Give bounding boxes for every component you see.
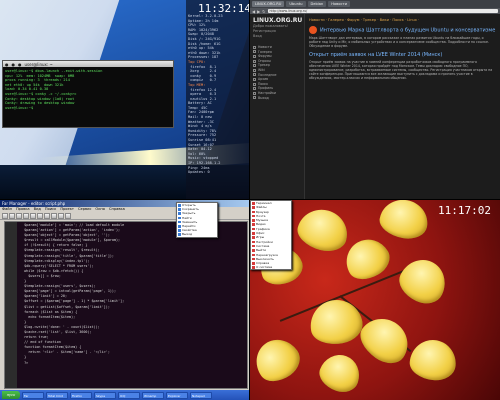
checkbox[interactable] [253,50,256,54]
site-main: Новости · Галерея · Форум · Трекер · Вик… [305,14,500,200]
code-text[interactable]: $param['module'] = 'main'; // load defau… [18,223,245,366]
browser-tab-bar: LINUX.ORG.RU Ubuntu Debian Новости [250,0,500,8]
sidebar-menu: Добро пожаловать! Регистрация Вход [253,24,301,39]
cut-icon[interactable] [23,213,29,219]
code-editor[interactable]: $param['module'] = 'main'; // load defau… [4,221,248,389]
quadrant-divider [0,199,500,200]
clock: 11:32:14 [198,2,250,15]
find-icon[interactable] [58,213,64,219]
desktop-top-left: ● ● ● user@linux: ~ user@linux:~$ dbus-l… [0,0,250,200]
close-icon[interactable]: ● [5,62,9,67]
site-logo[interactable]: LINUX.ORG.RU [253,17,302,24]
redo-icon[interactable] [51,213,57,219]
clock: 11:17:02 [438,204,491,217]
taskbar-item[interactable]: Winamp [142,391,164,399]
desktop-bottom-right: Терминал Файлы Браузер Почта Музыка Видео Граф… [250,200,500,400]
browser-tab[interactable]: Новости [328,1,350,7]
terminal-title: user@linux: ~ [24,61,53,67]
browser-window: LINUX.ORG.RU Ubuntu Debian Новости ◀ ▶ ↻ ht… [250,0,500,200]
taskbar-item[interactable]: Far [22,391,44,399]
browser-tab[interactable]: Ubuntu [286,1,306,7]
paste-icon[interactable] [37,213,43,219]
run-icon[interactable] [65,213,71,219]
checkbox[interactable] [253,77,256,81]
article-title-text[interactable]: Интервью Марка Шаттлворта о будущем Ubun… [320,28,495,34]
taskbar: пуск Far Total Cmd Firefox Skype ICQ Winamp Ex… [0,390,250,400]
site-sidebar: LINUX.ORG.RU Добро пожаловать! Регистраци… [250,14,305,200]
new-file-icon[interactable] [2,213,8,219]
site-topnav[interactable]: Новости · Галерея · Форум · Трекер · Вик… [309,18,496,22]
taskbar-item[interactable]: Skype [94,391,116,399]
open-icon[interactable] [9,213,15,219]
save-icon[interactable] [16,213,22,219]
checkbox[interactable] [253,73,256,77]
checkbox[interactable] [253,87,256,91]
sidebar-menu-item[interactable]: Вход [253,34,301,39]
checkbox[interactable] [253,68,256,72]
article: Открыт приём заявок на LVEE Winter 2014 … [309,52,496,81]
checkbox[interactable] [253,45,256,49]
editor-menu-item[interactable]: Правка [16,207,30,212]
editor-menu-item[interactable]: Сервис [78,207,91,212]
article: Интервью Марка Шаттлворта о будущем Ubun… [309,26,496,49]
terminal-window[interactable]: ● ● ● user@linux: ~ user@linux:~$ dbus-l… [2,60,174,128]
checkbox[interactable] [253,96,256,100]
article-text: Открыт приём заявок на участие в зимней … [309,59,493,81]
context-menu: Открыть Сохранить Закрыть Найти Заменить Пере… [176,202,218,238]
checkbox[interactable] [253,59,256,63]
browser-tab[interactable]: LINUX.ORG.RU [252,1,285,7]
editor-menu-item[interactable]: Окно [95,207,105,212]
quadrant-divider [249,0,250,400]
browser-tab[interactable]: Debian [307,1,327,7]
context-menu-item[interactable]: Выход [177,232,217,236]
ubuntu-icon [309,26,317,34]
stat-line: Updates: 0 [188,170,210,175]
application-menu-item[interactable]: О системе [251,265,291,269]
copy-icon[interactable] [30,213,36,219]
reload-icon[interactable]: ↻ [262,9,265,14]
maximize-icon[interactable]: ● [18,62,22,67]
editor-menu-item[interactable]: Справка [109,207,125,212]
code-line[interactable]: ?> [18,361,245,366]
back-icon[interactable]: ◀ [252,9,255,14]
sidebar-filters: Новости Галерея Форумы Опросы Трекер Wiki Посл… [253,45,301,100]
forward-icon[interactable]: ▶ [257,9,260,14]
taskbar-item[interactable]: Total Cmd [46,391,68,399]
sidebar-filter-item[interactable]: Выход [253,96,301,101]
line-gutter [5,222,17,388]
taskbar-item[interactable]: Explorer [166,391,188,399]
checkbox[interactable] [253,54,256,58]
filter-label: Выход [258,95,269,100]
article-title[interactable]: Открыт приём заявок на LVEE Winter 2014 … [309,52,496,58]
checkbox[interactable] [253,82,256,86]
article-title-text[interactable]: Открыт приём заявок на LVEE Winter 2014 … [309,52,442,58]
conky-panel-left: Kernel: 3.2.0-23 Uptime: 2h 14m CPU: 12% RA… [186,0,250,200]
terminal-line: user@linux:~$ [5,105,34,110]
checkbox[interactable] [253,91,256,95]
article-list: Интервью Марка Шаттлворта о будущем Ubun… [309,26,496,81]
start-button[interactable]: пуск [2,391,20,399]
site-content: LINUX.ORG.RU Добро пожаловать! Регистраци… [250,14,500,200]
undo-icon[interactable] [44,213,50,219]
article-title[interactable]: Интервью Марка Шаттлворта о будущем Ubun… [309,26,496,34]
editor-window: Far Manager - editor: script.php Файл Пра… [0,200,250,400]
editor-menu-item[interactable]: Вид [34,207,41,212]
taskbar-items: Far Total Cmd Firefox Skype ICQ Winamp Explore… [22,391,212,399]
editor-menu-item[interactable]: Поиск [45,207,56,212]
taskbar-item[interactable]: ICQ [118,391,140,399]
checkbox[interactable] [253,64,256,68]
address-bar[interactable]: http://www.linux.org.ru/ [267,9,498,13]
editor-menu-item[interactable]: Файл [2,207,12,212]
minimize-icon[interactable]: ● [12,62,16,67]
system-stats: Kernel: 3.2.0-23 Uptime: 2h 14m CPU: 12% RA… [188,14,248,175]
article-text: Марк Шаттлворт дал интервью, в котором р… [309,36,489,49]
taskbar-item[interactable]: Firefox [70,391,92,399]
taskbar-item[interactable]: Notepad [190,391,212,399]
application-menu: Терминал Файлы Браузер Почта Музыка Видео Граф… [250,200,292,270]
terminal-output[interactable]: user@linux:~$ dbus-launch --exit-with-se… [3,67,173,112]
editor-menu-item[interactable]: Проект [60,207,74,212]
